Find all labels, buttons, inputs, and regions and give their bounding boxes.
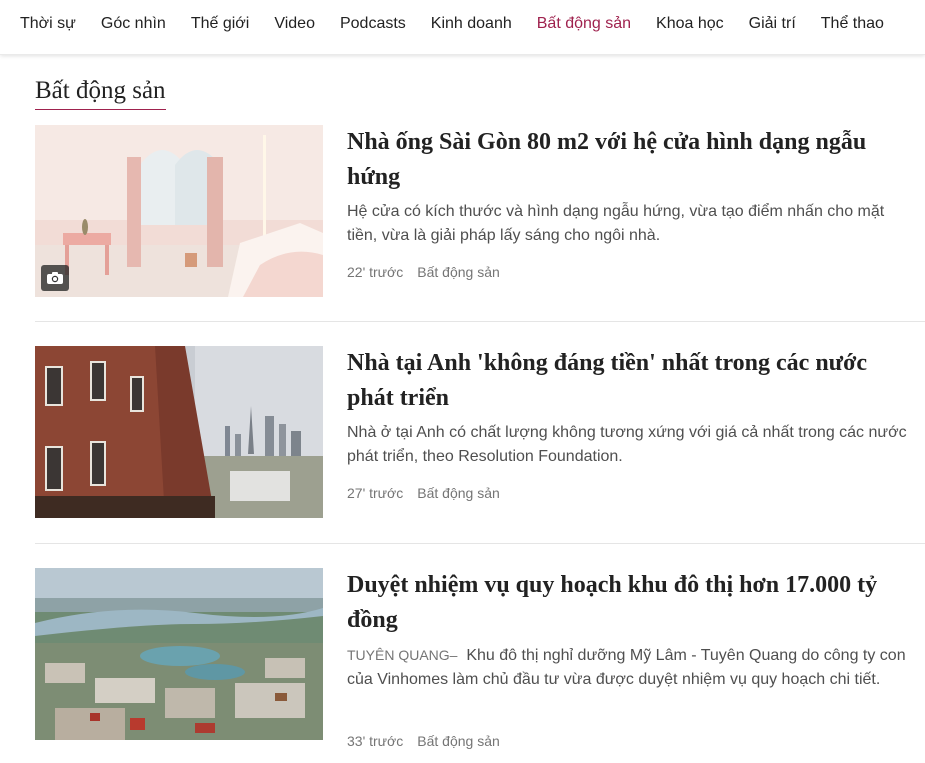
article-item: Nhà ống Sài Gòn 80 m2 với hệ cửa hình dạ…: [35, 125, 925, 297]
article-time: 27' trước: [347, 485, 404, 501]
article-thumbnail[interactable]: [35, 568, 323, 740]
article-title[interactable]: Nhà ống Sài Gòn 80 m2 với hệ cửa hình dạ…: [347, 125, 917, 195]
nav-item-giai-tri[interactable]: Giải trí: [749, 15, 796, 33]
section-title[interactable]: Bất động sản: [35, 76, 166, 110]
nav-item-podcasts[interactable]: Podcasts: [340, 15, 406, 33]
divider: [35, 321, 925, 322]
article-description: Nhà ở tại Anh có chất lượng không tương …: [347, 421, 917, 469]
nav-item-kinh-doanh[interactable]: Kinh doanh: [431, 15, 512, 33]
nav-item-goc-nhin[interactable]: Góc nhìn: [101, 15, 166, 33]
article-meta: 33' trước Bất động sản: [347, 733, 500, 749]
london-houses-image: [35, 346, 323, 518]
article-meta: 22' trước Bất động sản: [347, 264, 500, 280]
article-time: 22' trước: [347, 264, 404, 280]
nav-item-the-gioi[interactable]: Thế giới: [191, 15, 250, 33]
city-aerial-image: [35, 568, 323, 740]
article-category[interactable]: Bất động sản: [417, 264, 500, 280]
main-nav: Thời sự Góc nhìn Thế giới Video Podcasts…: [0, 0, 925, 55]
article-title[interactable]: Duyệt nhiệm vụ quy hoạch khu đô thị hơn …: [347, 568, 917, 638]
camera-icon: [41, 265, 69, 291]
article-time: 33' trước: [347, 733, 404, 749]
article-item: Nhà tại Anh 'không đáng tiền' nhất trong…: [35, 346, 925, 518]
article-description-text: Hệ cửa có kích thước và hình dạng ngẫu h…: [347, 203, 885, 244]
nav-item-the-thao[interactable]: Thể thao: [821, 15, 884, 33]
nav-item-bat-dong-san[interactable]: Bất động sản: [537, 15, 631, 33]
article-category[interactable]: Bất động sản: [417, 733, 500, 749]
nav-item-khoa-hoc[interactable]: Khoa học: [656, 15, 724, 33]
article-location: TUYÊN QUANG–: [347, 647, 458, 663]
article-description: Hệ cửa có kích thước và hình dạng ngẫu h…: [347, 200, 917, 248]
article-description-text: Nhà ở tại Anh có chất lượng không tương …: [347, 424, 907, 465]
article-title[interactable]: Nhà tại Anh 'không đáng tiền' nhất trong…: [347, 346, 917, 416]
article-thumbnail[interactable]: [35, 346, 323, 518]
interior-image: [35, 125, 323, 297]
article-description: TUYÊN QUANG– Khu đô thị nghỉ dưỡng Mỹ Lâ…: [347, 643, 917, 692]
article-category[interactable]: Bất động sản: [417, 485, 500, 501]
article-thumbnail[interactable]: [35, 125, 323, 297]
nav-item-thoi-su[interactable]: Thời sự: [20, 15, 76, 33]
nav-item-video[interactable]: Video: [274, 15, 315, 33]
article-item: Duyệt nhiệm vụ quy hoạch khu đô thị hơn …: [35, 568, 925, 749]
divider: [35, 543, 925, 544]
article-meta: 27' trước Bất động sản: [347, 485, 500, 501]
